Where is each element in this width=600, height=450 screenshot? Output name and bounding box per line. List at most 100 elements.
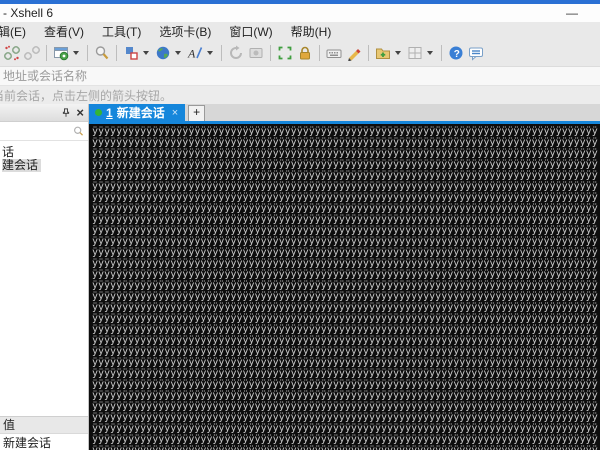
- terminal-line: ÿÿÿÿÿÿÿÿÿÿÿÿÿÿÿÿÿÿÿÿÿÿÿÿÿÿÿÿÿÿÿÿÿÿÿÿÿÿÿÿ…: [92, 170, 600, 181]
- toolbar: A: [0, 40, 600, 67]
- menu-item-edit[interactable]: 辑(E): [0, 23, 35, 40]
- terminal-line: ÿÿÿÿÿÿÿÿÿÿÿÿÿÿÿÿÿÿÿÿÿÿÿÿÿÿÿÿÿÿÿÿÿÿÿÿÿÿÿÿ…: [92, 181, 600, 192]
- feedback-icon[interactable]: [466, 43, 486, 63]
- help-icon[interactable]: ?: [446, 43, 466, 63]
- terminal-line: ÿÿÿÿÿÿÿÿÿÿÿÿÿÿÿÿÿÿÿÿÿÿÿÿÿÿÿÿÿÿÿÿÿÿÿÿÿÿÿÿ…: [92, 379, 600, 390]
- tree-item-all-sessions[interactable]: 话: [0, 146, 88, 159]
- dropdown-arrow-icon[interactable]: [143, 51, 149, 55]
- properties-value-header: 值: [0, 416, 88, 434]
- terminal-line: ÿÿÿÿÿÿÿÿÿÿÿÿÿÿÿÿÿÿÿÿÿÿÿÿÿÿÿÿÿÿÿÿÿÿÿÿÿÿÿÿ…: [92, 159, 600, 170]
- menu-item-tools[interactable]: 工具(T): [93, 23, 150, 40]
- properties-value-row[interactable]: 新建会话: [0, 434, 88, 450]
- toolbar-separator: [319, 45, 320, 61]
- svg-text:A: A: [187, 47, 196, 61]
- panel-header: ×: [0, 104, 88, 122]
- tab-close-icon[interactable]: ×: [172, 107, 178, 119]
- terminal-line: ÿÿÿÿÿÿÿÿÿÿÿÿÿÿÿÿÿÿÿÿÿÿÿÿÿÿÿÿÿÿÿÿÿÿÿÿÿÿÿÿ…: [92, 346, 600, 357]
- terminal-line: ÿÿÿÿÿÿÿÿÿÿÿÿÿÿÿÿÿÿÿÿÿÿÿÿÿÿÿÿÿÿÿÿÿÿÿÿÿÿÿÿ…: [92, 390, 600, 401]
- terminal-line: ÿÿÿÿÿÿÿÿÿÿÿÿÿÿÿÿÿÿÿÿÿÿÿÿÿÿÿÿÿÿÿÿÿÿÿÿÿÿÿÿ…: [92, 126, 600, 137]
- search-icon[interactable]: [72, 125, 85, 138]
- minimize-button[interactable]: —: [566, 7, 578, 19]
- terminal-line: ÿÿÿÿÿÿÿÿÿÿÿÿÿÿÿÿÿÿÿÿÿÿÿÿÿÿÿÿÿÿÿÿÿÿÿÿÿÿÿÿ…: [92, 258, 600, 269]
- terminal-line: ÿÿÿÿÿÿÿÿÿÿÿÿÿÿÿÿÿÿÿÿÿÿÿÿÿÿÿÿÿÿÿÿÿÿÿÿÿÿÿÿ…: [92, 203, 600, 214]
- dropdown-arrow-icon[interactable]: [395, 51, 401, 55]
- session-dialog-icon[interactable]: [51, 43, 83, 63]
- session-tab[interactable]: 1 新建会话 ×: [89, 104, 185, 121]
- full-screen-icon[interactable]: [275, 43, 295, 63]
- tab-strip: 1 新建会话 × +: [89, 104, 600, 121]
- terminal-line: ÿÿÿÿÿÿÿÿÿÿÿÿÿÿÿÿÿÿÿÿÿÿÿÿÿÿÿÿÿÿÿÿÿÿÿÿÿÿÿÿ…: [92, 148, 600, 159]
- terminal-column: 1 新建会话 × + ÿÿÿÿÿÿÿÿÿÿÿÿÿÿÿÿÿÿÿÿÿÿÿÿÿÿÿÿÿ…: [89, 104, 600, 450]
- terminal-line: ÿÿÿÿÿÿÿÿÿÿÿÿÿÿÿÿÿÿÿÿÿÿÿÿÿÿÿÿÿÿÿÿÿÿÿÿÿÿÿÿ…: [92, 401, 600, 412]
- address-input[interactable]: [0, 69, 600, 83]
- terminal-line: ÿÿÿÿÿÿÿÿÿÿÿÿÿÿÿÿÿÿÿÿÿÿÿÿÿÿÿÿÿÿÿÿÿÿÿÿÿÿÿÿ…: [92, 269, 600, 280]
- toolbar-separator: [87, 45, 88, 61]
- disconnect-icon[interactable]: [22, 43, 42, 63]
- terminal-line: ÿÿÿÿÿÿÿÿÿÿÿÿÿÿÿÿÿÿÿÿÿÿÿÿÿÿÿÿÿÿÿÿÿÿÿÿÿÿÿÿ…: [92, 368, 600, 379]
- terminal-line: ÿÿÿÿÿÿÿÿÿÿÿÿÿÿÿÿÿÿÿÿÿÿÿÿÿÿÿÿÿÿÿÿÿÿÿÿÿÿÿÿ…: [92, 313, 600, 324]
- panel-empty-space: [0, 172, 88, 416]
- menu-item-tab[interactable]: 选项卡(B): [150, 23, 220, 40]
- toolbar-separator: [116, 45, 117, 61]
- terminal-output[interactable]: ÿÿÿÿÿÿÿÿÿÿÿÿÿÿÿÿÿÿÿÿÿÿÿÿÿÿÿÿÿÿÿÿÿÿÿÿÿÿÿÿ…: [89, 124, 600, 450]
- reconnect-icon[interactable]: [2, 43, 22, 63]
- new-tab-button[interactable]: +: [188, 105, 205, 122]
- terminal-line: ÿÿÿÿÿÿÿÿÿÿÿÿÿÿÿÿÿÿÿÿÿÿÿÿÿÿÿÿÿÿÿÿÿÿÿÿÿÿÿÿ…: [92, 445, 600, 450]
- session-tree: 话 建会话: [0, 141, 88, 172]
- window-title: - Xshell 6: [3, 6, 53, 20]
- capture-screen-icon[interactable]: [246, 43, 266, 63]
- session-search-row: [0, 122, 88, 141]
- info-text: 当前会话，点击左侧的箭头按钮。: [0, 87, 172, 104]
- highlight-pen-icon[interactable]: [344, 43, 364, 63]
- terminal-line: ÿÿÿÿÿÿÿÿÿÿÿÿÿÿÿÿÿÿÿÿÿÿÿÿÿÿÿÿÿÿÿÿÿÿÿÿÿÿÿÿ…: [92, 423, 600, 434]
- web-browser-icon[interactable]: [153, 43, 185, 63]
- terminal-line: ÿÿÿÿÿÿÿÿÿÿÿÿÿÿÿÿÿÿÿÿÿÿÿÿÿÿÿÿÿÿÿÿÿÿÿÿÿÿÿÿ…: [92, 357, 600, 368]
- tile-layout-icon[interactable]: [405, 43, 437, 63]
- main-area: × 话 建会话 值 新建会话: [0, 104, 600, 450]
- toolbar-separator: [368, 45, 369, 61]
- connected-status-icon: [95, 109, 102, 116]
- dropdown-arrow-icon[interactable]: [73, 51, 79, 55]
- toolbar-separator: [221, 45, 222, 61]
- dropdown-arrow-icon[interactable]: [427, 51, 433, 55]
- find-icon[interactable]: [92, 43, 112, 63]
- session-properties: 值 新建会话: [0, 416, 88, 450]
- dropdown-arrow-icon[interactable]: [207, 51, 213, 55]
- address-bar: [0, 67, 600, 86]
- xshell-window: - Xshell 6 — 辑(E) 查看(V) 工具(T) 选项卡(B) 窗口(…: [0, 0, 600, 450]
- toolbar-separator: [441, 45, 442, 61]
- menu-item-window[interactable]: 窗口(W): [220, 23, 281, 40]
- svg-text:?: ?: [454, 49, 460, 60]
- toolbar-separator: [46, 45, 47, 61]
- font-icon[interactable]: A: [185, 43, 217, 63]
- pin-icon[interactable]: [60, 107, 72, 119]
- terminal-line: ÿÿÿÿÿÿÿÿÿÿÿÿÿÿÿÿÿÿÿÿÿÿÿÿÿÿÿÿÿÿÿÿÿÿÿÿÿÿÿÿ…: [92, 335, 600, 346]
- lock-screen-icon[interactable]: [295, 43, 315, 63]
- compose-icon[interactable]: [226, 43, 246, 63]
- tree-item-new-session[interactable]: 建会话: [0, 159, 88, 172]
- panel-close-button[interactable]: ×: [76, 106, 84, 119]
- titlebar: - Xshell 6 —: [0, 4, 600, 22]
- new-transfer-icon[interactable]: [121, 43, 153, 63]
- session-search-input[interactable]: [3, 124, 72, 138]
- terminal-line: ÿÿÿÿÿÿÿÿÿÿÿÿÿÿÿÿÿÿÿÿÿÿÿÿÿÿÿÿÿÿÿÿÿÿÿÿÿÿÿÿ…: [92, 214, 600, 225]
- terminal-line: ÿÿÿÿÿÿÿÿÿÿÿÿÿÿÿÿÿÿÿÿÿÿÿÿÿÿÿÿÿÿÿÿÿÿÿÿÿÿÿÿ…: [92, 324, 600, 335]
- menu-item-help[interactable]: 帮助(H): [282, 23, 341, 40]
- menubar: 辑(E) 查看(V) 工具(T) 选项卡(B) 窗口(W) 帮助(H): [0, 22, 600, 40]
- terminal-line: ÿÿÿÿÿÿÿÿÿÿÿÿÿÿÿÿÿÿÿÿÿÿÿÿÿÿÿÿÿÿÿÿÿÿÿÿÿÿÿÿ…: [92, 225, 600, 236]
- terminal-line: ÿÿÿÿÿÿÿÿÿÿÿÿÿÿÿÿÿÿÿÿÿÿÿÿÿÿÿÿÿÿÿÿÿÿÿÿÿÿÿÿ…: [92, 247, 600, 258]
- terminal-line: ÿÿÿÿÿÿÿÿÿÿÿÿÿÿÿÿÿÿÿÿÿÿÿÿÿÿÿÿÿÿÿÿÿÿÿÿÿÿÿÿ…: [92, 280, 600, 291]
- menu-item-view[interactable]: 查看(V): [35, 23, 93, 40]
- keyboard-input-icon[interactable]: [324, 43, 344, 63]
- terminal-line: ÿÿÿÿÿÿÿÿÿÿÿÿÿÿÿÿÿÿÿÿÿÿÿÿÿÿÿÿÿÿÿÿÿÿÿÿÿÿÿÿ…: [92, 302, 600, 313]
- dropdown-arrow-icon[interactable]: [175, 51, 181, 55]
- tab-title: 新建会话: [117, 104, 165, 121]
- tab-number: 1: [106, 106, 113, 120]
- session-manager-panel: × 话 建会话 值 新建会话: [0, 104, 89, 450]
- info-bar: 当前会话，点击左侧的箭头按钮。: [0, 86, 600, 104]
- new-session-folder-icon[interactable]: [373, 43, 405, 63]
- terminal-line: ÿÿÿÿÿÿÿÿÿÿÿÿÿÿÿÿÿÿÿÿÿÿÿÿÿÿÿÿÿÿÿÿÿÿÿÿÿÿÿÿ…: [92, 434, 600, 445]
- terminal-line: ÿÿÿÿÿÿÿÿÿÿÿÿÿÿÿÿÿÿÿÿÿÿÿÿÿÿÿÿÿÿÿÿÿÿÿÿÿÿÿÿ…: [92, 137, 600, 148]
- toolbar-separator: [270, 45, 271, 61]
- terminal-line: ÿÿÿÿÿÿÿÿÿÿÿÿÿÿÿÿÿÿÿÿÿÿÿÿÿÿÿÿÿÿÿÿÿÿÿÿÿÿÿÿ…: [92, 236, 600, 247]
